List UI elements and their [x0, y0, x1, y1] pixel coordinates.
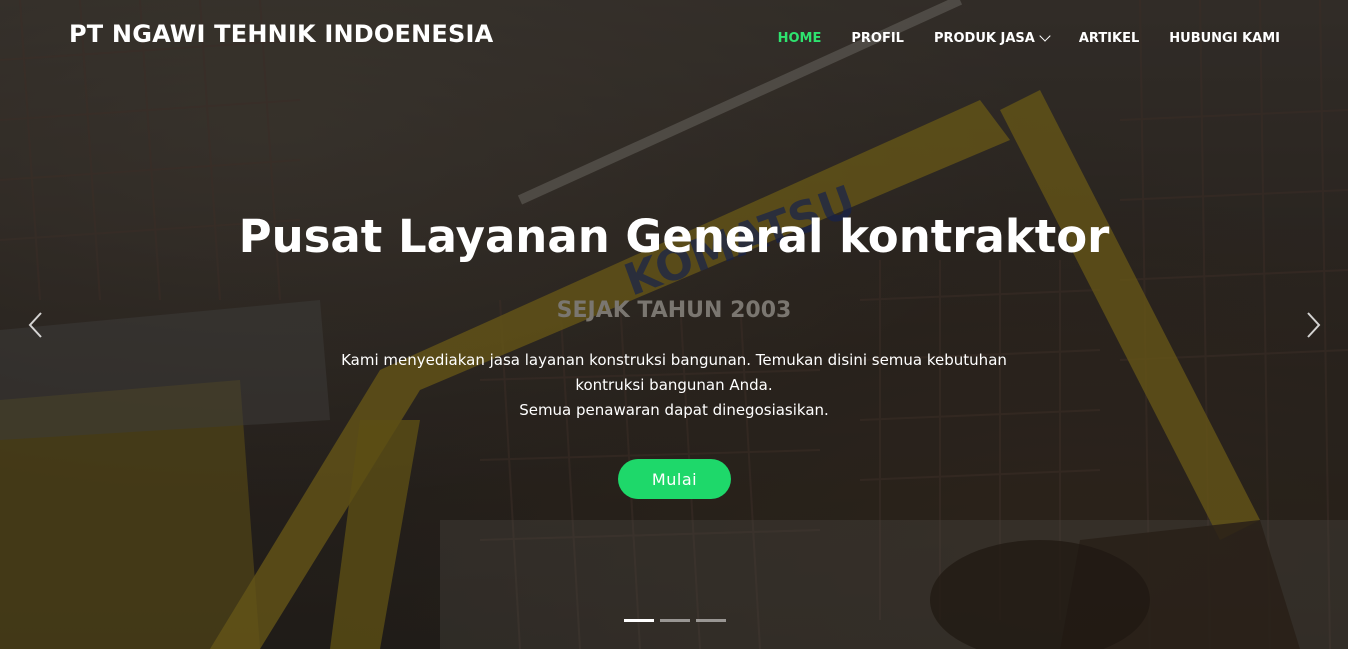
hero-description-line: Semua penawaran dapat dinegosiasikan. [519, 401, 829, 419]
main-nav: HOME PROFIL PRODUK JASA ARTIKEL HUBUNGI … [748, 29, 1280, 46]
nav-item-produk-jasa[interactable]: PRODUK JASA [933, 29, 1051, 46]
nav-item-artikel[interactable]: ARTIKEL [1079, 31, 1139, 46]
carousel-prev-button[interactable] [22, 310, 52, 340]
carousel-indicators [624, 619, 726, 622]
hero-carousel: KOMATSU [0, 0, 1348, 649]
mulai-button[interactable]: Mulai [618, 459, 731, 499]
chevron-right-icon [1307, 312, 1321, 338]
nav-item-hubungi-kami[interactable]: HUBUNGI KAMI [1169, 31, 1280, 46]
hero-description: Kami menyediakan jasa layanan konstruksi… [324, 348, 1024, 423]
carousel-indicator-1[interactable] [624, 619, 654, 622]
hero-description-line: Kami menyediakan jasa layanan konstruksi… [341, 351, 1007, 369]
hero-title: Pusat Layanan General kontraktor [238, 210, 1110, 263]
nav-item-produk-jasa-label: PRODUK JASA [933, 31, 1035, 46]
carousel-indicator-2[interactable] [660, 619, 690, 622]
nav-item-home[interactable]: HOME [778, 31, 822, 46]
hero-dark-overlay [0, 0, 1348, 649]
brand-logo-text[interactable]: PT NGAWI TEHNIK INDOENESIA [69, 20, 493, 48]
chevron-down-icon [1039, 29, 1051, 42]
hero-subtitle: SEJAK TAHUN 2003 [556, 298, 792, 323]
carousel-next-button[interactable] [1297, 310, 1327, 340]
carousel-indicator-3[interactable] [696, 619, 726, 622]
chevron-left-icon [28, 312, 42, 338]
hero-description-line: kontruksi bangunan Anda. [575, 376, 773, 394]
nav-item-profil[interactable]: PROFIL [851, 31, 904, 46]
navbar: PT NGAWI TEHNIK INDOENESIA HOME PROFIL P… [0, 0, 1348, 78]
